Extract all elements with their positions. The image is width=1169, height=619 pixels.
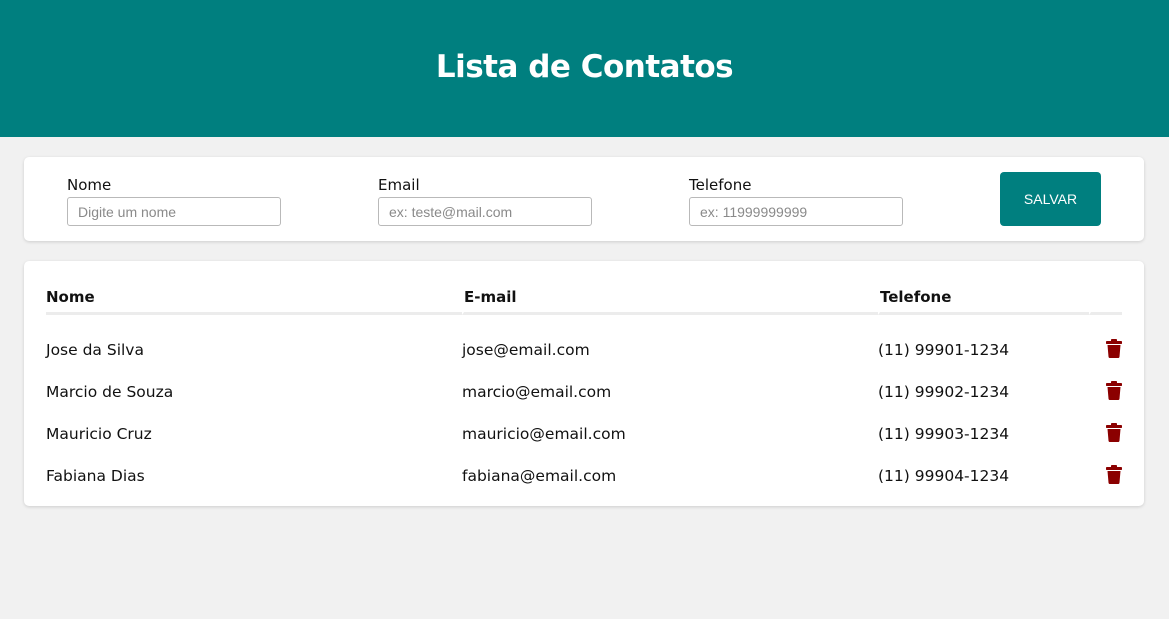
contact-form: Nome Email Telefone SALVAR: [24, 157, 1144, 241]
telefone-input[interactable]: [689, 197, 903, 226]
table-row: Fabiana Dias fabiana@email.com (11) 9990…: [46, 455, 1122, 497]
nome-input[interactable]: [67, 197, 281, 226]
table-row: Marcio de Souza marcio@email.com (11) 99…: [46, 371, 1122, 413]
cell-nome: Mauricio Cruz: [46, 425, 152, 443]
cell-telefone: (11) 99904-1234: [878, 467, 1010, 485]
cell-actions: [1089, 455, 1122, 497]
nome-label: Nome: [67, 176, 112, 194]
cell-actions: [1089, 371, 1122, 413]
column-header-nome: Nome: [46, 281, 462, 315]
cell-email: marcio@email.com: [462, 383, 612, 401]
cell-telefone: (11) 99903-1234: [878, 425, 1010, 443]
trash-icon[interactable]: [1106, 381, 1122, 400]
cell-actions: [1089, 413, 1122, 455]
cell-telefone: (11) 99901-1234: [878, 341, 1010, 359]
page-header: Lista de Contatos: [0, 0, 1169, 137]
table-row: Jose da Silva jose@email.com (11) 99901-…: [46, 315, 1122, 371]
table-row: Mauricio Cruz mauricio@email.com (11) 99…: [46, 413, 1122, 455]
column-header-actions: [1089, 281, 1122, 315]
cell-actions: [1089, 315, 1122, 371]
trash-icon[interactable]: [1106, 465, 1122, 484]
email-input[interactable]: [378, 197, 592, 226]
telefone-label: Telefone: [689, 176, 752, 194]
column-header-telefone: Telefone: [878, 281, 1089, 315]
cell-telefone: (11) 99902-1234: [878, 383, 1010, 401]
nome-field-group: Nome: [67, 175, 281, 226]
cell-nome: Jose da Silva: [46, 341, 144, 359]
trash-icon[interactable]: [1106, 423, 1122, 442]
telefone-field-group: Telefone: [689, 175, 903, 226]
page-title: Lista de Contatos: [435, 48, 734, 85]
contacts-table-card: Nome E-mail Telefone Jose da Silva jose@…: [24, 261, 1144, 506]
trash-icon[interactable]: [1106, 339, 1122, 358]
column-header-email: E-mail: [462, 281, 878, 315]
save-button[interactable]: SALVAR: [1000, 172, 1101, 226]
cell-email: jose@email.com: [462, 341, 590, 359]
table-header-row: Nome E-mail Telefone: [46, 281, 1122, 315]
cell-nome: Fabiana Dias: [46, 467, 145, 485]
cell-email: fabiana@email.com: [462, 467, 617, 485]
cell-nome: Marcio de Souza: [46, 383, 174, 401]
email-field-group: Email: [378, 175, 592, 226]
cell-email: mauricio@email.com: [462, 425, 626, 443]
contacts-table: Nome E-mail Telefone Jose da Silva jose@…: [46, 281, 1122, 497]
email-label: Email: [378, 176, 420, 194]
